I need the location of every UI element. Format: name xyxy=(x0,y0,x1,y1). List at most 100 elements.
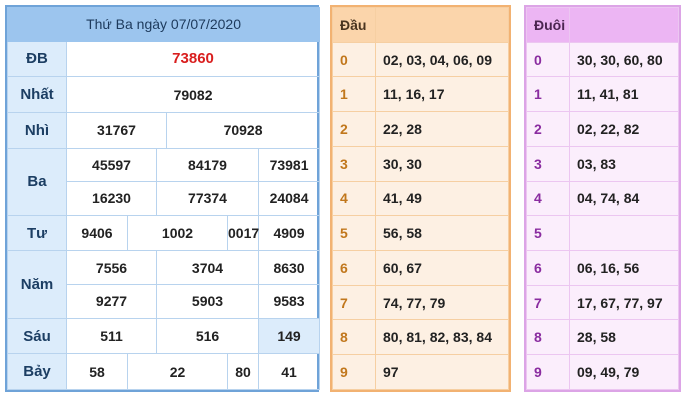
dau-row: 2 22, 28 xyxy=(332,111,509,147)
third-prize-value: 77374 xyxy=(156,181,259,216)
duoi-header-label: Đuôi xyxy=(526,7,570,43)
fifth-prize-value: 9583 xyxy=(257,284,321,319)
prize-row-ba: Ba 45597 84179 73981 xyxy=(7,147,321,216)
duoi-key: 8 xyxy=(526,319,570,356)
dau-key: 8 xyxy=(332,319,376,356)
duoi-values: 02, 22, 82 xyxy=(569,111,679,147)
duoi-row: 8 28, 58 xyxy=(526,319,679,356)
results-header-row: Thứ Ba ngày 07/07/2020 xyxy=(6,7,321,42)
prize-label-bay: Bảy xyxy=(7,353,67,390)
dau-values: 74, 77, 79 xyxy=(375,284,509,321)
duoi-key: 2 xyxy=(526,111,570,147)
dau-row: 8 80, 81, 82, 83, 84 xyxy=(332,319,509,356)
dau-key: 7 xyxy=(332,284,376,321)
first-prize-value: 79082 xyxy=(65,76,321,113)
duoi-row: 9 09, 49, 79 xyxy=(526,354,679,390)
fifth-prize-value: 7556 xyxy=(66,250,157,286)
prize-row-nam: Năm 7556 3704 8630 xyxy=(7,250,321,319)
draw-date-title: Thứ Ba ngày 07/07/2020 xyxy=(6,7,321,42)
prize-row-bay: Bảy 58 22 80 41 xyxy=(7,353,321,390)
prize-row-sau: Sáu 511 516 149 xyxy=(7,317,321,355)
dau-header-empty xyxy=(375,7,509,43)
dau-key: 6 xyxy=(332,250,376,286)
duoi-key: 3 xyxy=(526,145,570,182)
prize-row-nhi: Nhì 31767 70928 xyxy=(7,111,321,149)
seventh-prize-value: 22 xyxy=(127,353,228,390)
duoi-values: 11, 41, 81 xyxy=(569,76,679,113)
duoi-values xyxy=(569,215,679,252)
duoi-values: 28, 58 xyxy=(569,319,679,356)
dau-values: 56, 58 xyxy=(375,215,509,252)
sixth-prize-value: 511 xyxy=(66,317,157,355)
prize-label-nam: Năm xyxy=(7,250,67,319)
fourth-prize-value: 1002 xyxy=(127,214,228,252)
seventh-prize-value: 58 xyxy=(66,353,128,390)
third-prize-value: 16230 xyxy=(66,181,157,216)
duoi-table: Đuôi 0 30, 30, 60, 80 1 11, 41, 81 2 02, 22… xyxy=(524,5,681,392)
duoi-key: 9 xyxy=(526,354,570,390)
duoi-row: 1 11, 41, 81 xyxy=(526,76,679,113)
dau-values: 80, 81, 82, 83, 84 xyxy=(375,319,509,356)
duoi-values: 17, 67, 77, 97 xyxy=(569,284,679,321)
duoi-row: 3 03, 83 xyxy=(526,145,679,182)
duoi-values: 04, 74, 84 xyxy=(569,180,679,217)
duoi-row: 4 04, 74, 84 xyxy=(526,180,679,217)
duoi-values: 30, 30, 60, 80 xyxy=(569,41,679,78)
dau-row: 0 02, 03, 04, 06, 09 xyxy=(332,41,509,78)
dau-row: 6 60, 67 xyxy=(332,250,509,286)
third-prize-value: 73981 xyxy=(257,147,321,183)
dau-table: Đầu 0 02, 03, 04, 06, 09 1 11, 16, 17 2 22,… xyxy=(330,5,511,392)
dau-key: 1 xyxy=(332,76,376,113)
duoi-key: 7 xyxy=(526,284,570,321)
duoi-header-empty xyxy=(569,7,679,43)
duoi-values: 09, 49, 79 xyxy=(569,354,679,390)
duoi-grid: Đuôi 0 30, 30, 60, 80 1 11, 41, 81 2 02, 22… xyxy=(526,7,679,390)
dau-grid: Đầu 0 02, 03, 04, 06, 09 1 11, 16, 17 2 22,… xyxy=(332,7,509,390)
fifth-prize-value: 8630 xyxy=(257,250,321,286)
dau-values: 11, 16, 17 xyxy=(375,76,509,113)
duoi-values: 06, 16, 56 xyxy=(569,250,679,286)
results-table: Thứ Ba ngày 07/07/2020 ĐB 73860 Nhất 790… xyxy=(5,5,321,392)
duoi-key: 0 xyxy=(526,41,570,78)
dau-values: 22, 28 xyxy=(375,111,509,147)
results-grid: Thứ Ba ngày 07/07/2020 ĐB 73860 Nhất 790… xyxy=(6,7,321,390)
dau-key: 4 xyxy=(332,180,376,217)
duoi-key: 6 xyxy=(526,250,570,286)
prize-row-tu: Tư 9406 1002 0017 4909 xyxy=(7,214,321,252)
seventh-prize-value: 41 xyxy=(257,353,321,390)
dau-row: 7 74, 77, 79 xyxy=(332,284,509,321)
fifth-prize-value: 5903 xyxy=(156,284,259,319)
second-prize-value: 70928 xyxy=(165,111,321,149)
dau-header-label: Đầu xyxy=(332,7,376,43)
prize-label-tu: Tư xyxy=(7,214,67,252)
duoi-values: 03, 83 xyxy=(569,145,679,182)
prize-label-nhi: Nhì xyxy=(7,111,67,149)
fifth-prize-value: 3704 xyxy=(156,250,259,286)
sixth-prize-value: 516 xyxy=(156,317,259,355)
dau-key: 2 xyxy=(332,111,376,147)
dau-header-row: Đầu xyxy=(332,7,509,43)
dau-key: 0 xyxy=(332,41,376,78)
prize-label-sau: Sáu xyxy=(7,317,67,355)
dau-row: 9 97 xyxy=(332,354,509,390)
fourth-prize-value: 4909 xyxy=(257,214,321,252)
prize-label-ba: Ba xyxy=(7,147,67,216)
dau-key: 5 xyxy=(332,215,376,252)
dau-values: 02, 03, 04, 06, 09 xyxy=(375,41,509,78)
prize-label-db: ĐB xyxy=(7,40,67,78)
duoi-row: 6 06, 16, 56 xyxy=(526,250,679,286)
third-prize-value: 24084 xyxy=(257,181,321,216)
dau-key: 9 xyxy=(332,354,376,390)
duoi-row: 7 17, 67, 77, 97 xyxy=(526,284,679,321)
dau-values: 41, 49 xyxy=(375,180,509,217)
sixth-prize-value: 149 xyxy=(257,317,321,355)
duoi-key: 4 xyxy=(526,180,570,217)
dau-row: 5 56, 58 xyxy=(332,215,509,252)
prize-row-db: ĐB 73860 xyxy=(7,40,321,78)
dau-values: 30, 30 xyxy=(375,145,509,182)
third-prize-value: 45597 xyxy=(66,147,157,183)
seventh-prize-value: 80 xyxy=(227,353,259,390)
fourth-prize-value: 0017 xyxy=(227,214,259,252)
dau-row: 1 11, 16, 17 xyxy=(332,76,509,113)
special-prize-value: 73860 xyxy=(65,40,321,78)
